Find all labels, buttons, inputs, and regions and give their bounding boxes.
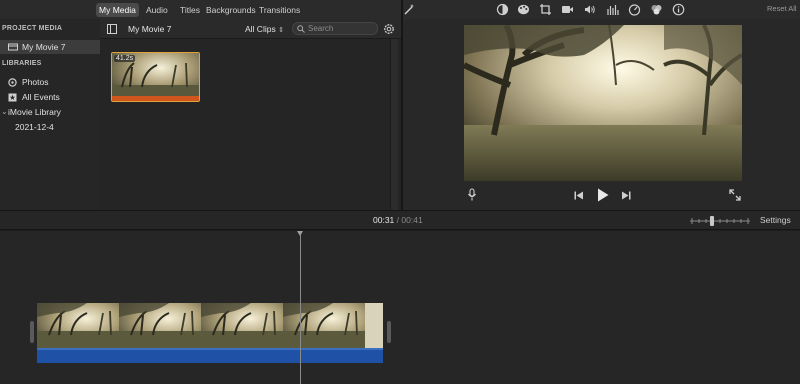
volume-icon[interactable] [583, 3, 596, 16]
sidebar-item-label: All Events [22, 92, 60, 102]
color-correction-icon[interactable] [517, 3, 530, 16]
playhead[interactable] [300, 235, 301, 384]
speed-icon[interactable] [628, 3, 641, 16]
tab-backgrounds[interactable]: Backgrounds [203, 3, 259, 17]
film-icon [8, 43, 18, 51]
browser-scrollbar[interactable] [390, 39, 398, 210]
clips-filter-dropdown[interactable]: All Clips ⇕ [245, 24, 284, 34]
timeline-video-clip[interactable] [37, 303, 383, 363]
color-balance-icon[interactable] [496, 3, 509, 16]
playhead-marker[interactable] [297, 231, 303, 236]
sidebar-item-all-events[interactable]: All Events [0, 90, 100, 104]
timeline-area[interactable] [0, 231, 800, 384]
clip-trim-handle-right[interactable] [387, 321, 391, 343]
total-time: 00:41 [401, 215, 423, 225]
timecode-display: 00:31 / 00:41 [373, 215, 423, 225]
search-input[interactable]: Search [292, 22, 378, 35]
sidebar-item-event[interactable]: 2021-12-4 [0, 120, 100, 134]
timeline-header: 00:31 / 00:41 Settings [0, 210, 800, 230]
skip-forward-icon[interactable] [621, 191, 631, 200]
video-viewer [403, 19, 800, 210]
browser-title: My Movie 7 [128, 24, 172, 34]
gear-icon[interactable] [383, 23, 395, 35]
chevron-down-icon[interactable]: ⌄ [1, 105, 8, 119]
sidebar-item-label: Photos [22, 77, 49, 87]
clip-trim-handle-left[interactable] [30, 321, 34, 343]
noise-reduction-icon[interactable] [650, 3, 663, 16]
media-browser: My Movie 7 All Clips ⇕ Search 41.2s [100, 19, 401, 210]
sidebar-item-label: My Movie 7 [22, 42, 66, 52]
current-time: 00:31 [373, 215, 395, 225]
settings-button[interactable]: Settings [760, 215, 791, 225]
tab-audio[interactable]: Audio [143, 3, 171, 17]
libraries-sidebar: PROJECT MEDIA My Movie 7 LIBRARIES Photo… [0, 19, 116, 210]
skip-back-icon[interactable] [574, 191, 584, 200]
preview-frame [464, 25, 742, 181]
chevron-updown-icon: ⇕ [278, 27, 284, 34]
zoom-slider[interactable] [690, 215, 750, 227]
microphone-icon[interactable] [467, 188, 477, 201]
fullscreen-icon[interactable] [729, 189, 741, 201]
sidebar-item-label: 2021-12-4 [15, 122, 54, 132]
magic-wand-icon[interactable] [403, 3, 416, 16]
sidebar-item-label: iMovie Library [8, 107, 61, 117]
stabilization-icon[interactable] [561, 4, 574, 15]
clip-thumbnail[interactable]: 41.2s [111, 52, 200, 102]
tab-my-media[interactable]: My Media [96, 3, 139, 17]
photos-icon [8, 78, 17, 87]
sidebar-item-my-movie-7[interactable]: My Movie 7 [0, 40, 100, 54]
tab-titles[interactable]: Titles [177, 3, 203, 17]
libraries-header: LIBRARIES [2, 60, 42, 67]
reset-all-button[interactable]: Reset All [767, 4, 797, 13]
sidebar-toggle-icon[interactable] [107, 24, 117, 34]
info-icon[interactable] [672, 3, 685, 16]
project-media-header: PROJECT MEDIA [2, 25, 63, 32]
sidebar-item-imovie-library[interactable]: ⌄ iMovie Library [0, 105, 100, 119]
search-icon [297, 25, 305, 33]
equalizer-icon[interactable] [606, 3, 619, 16]
play-icon[interactable] [597, 188, 609, 202]
clip-duration-badge: 41.2s [114, 55, 136, 62]
sidebar-item-photos[interactable]: Photos [0, 75, 100, 89]
tab-transitions[interactable]: Transitions [256, 3, 303, 17]
browser-header: My Movie 7 All Clips ⇕ Search [100, 19, 401, 39]
crop-icon[interactable] [539, 3, 552, 16]
viewer-toolbar: Reset All [403, 0, 800, 19]
star-icon [8, 93, 17, 102]
